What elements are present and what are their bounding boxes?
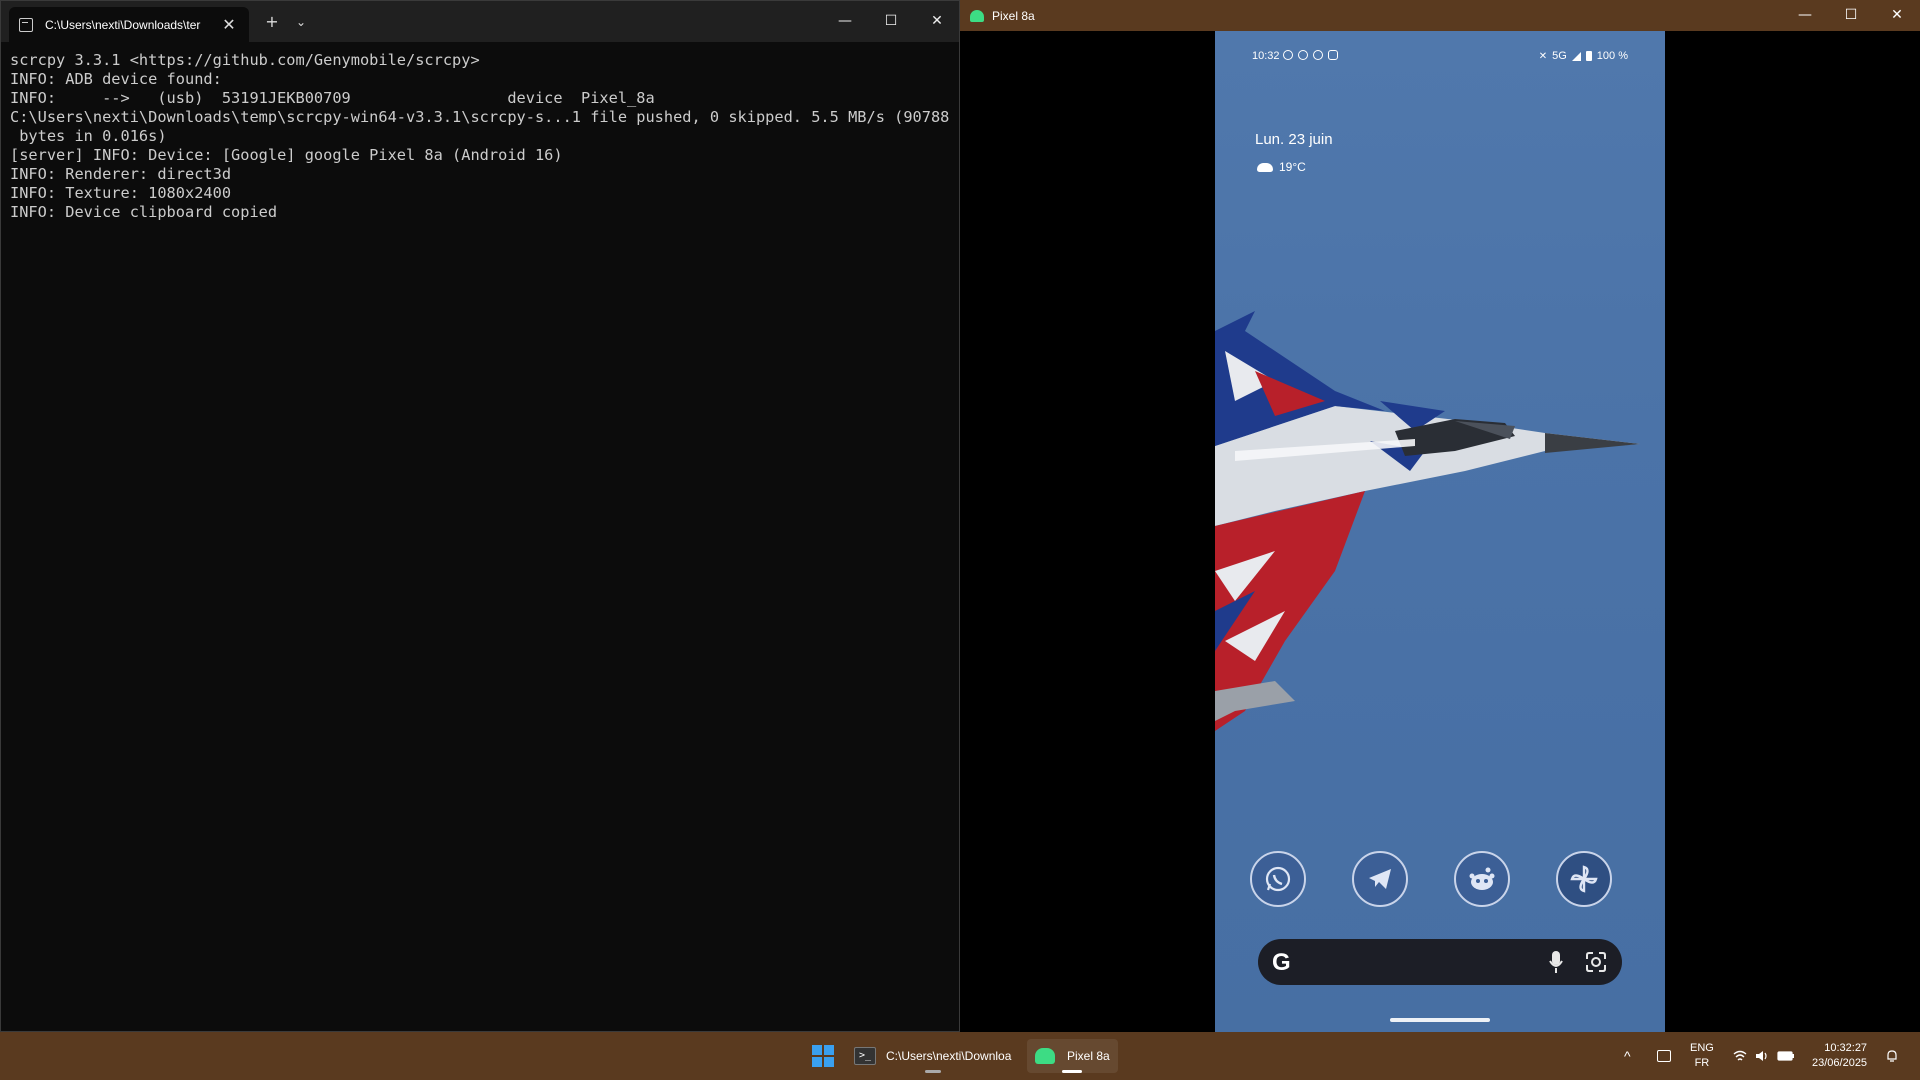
taskbar-item-label: Pixel 8a	[1067, 1049, 1110, 1063]
reddit-icon[interactable]	[1454, 851, 1510, 907]
home-weather[interactable]: 19°C	[1257, 160, 1306, 174]
terminal-line: INFO: ADB device found:	[10, 70, 222, 88]
scrcpy-icon	[1035, 1048, 1055, 1064]
language-indicator[interactable]: ENG FR	[1690, 1032, 1714, 1080]
whatsapp-icon[interactable]	[1250, 851, 1306, 907]
terminal-line: INFO: Device clipboard copied	[10, 203, 278, 221]
taskbar-item-label: C:\Users\nexti\Downloa	[886, 1049, 1012, 1063]
google-lens-icon[interactable]	[1584, 950, 1608, 978]
mic-icon[interactable]	[1548, 950, 1564, 978]
terminal-line: INFO: Texture: 1080x2400	[10, 184, 232, 202]
terminal-titlebar[interactable]: C:\Users\nexti\Downloads\ter ✕ + ⌄ — ☐ ✕	[1, 1, 959, 42]
android-icon	[970, 9, 984, 22]
home-date[interactable]: Lun. 23 juin	[1255, 131, 1333, 148]
cloud-icon	[1257, 162, 1273, 172]
terminal-maximize-button[interactable]: ☐	[868, 1, 914, 42]
terminal-window[interactable]: C:\Users\nexti\Downloads\ter ✕ + ⌄ — ☐ ✕…	[0, 0, 960, 1032]
scrcpy-window[interactable]: Pixel 8a — ☐ ✕ 10:32 ✕ 5G 100 % Lun. 23 …	[960, 0, 1920, 1032]
windows-start-icon[interactable]	[812, 1045, 834, 1067]
gesture-nav-handle[interactable]	[1390, 1018, 1490, 1022]
terminal-close-button[interactable]: ✕	[914, 1, 960, 42]
scrcpy-minimize-button[interactable]: —	[1782, 0, 1828, 31]
tray-overflow-chevron[interactable]: ^	[1624, 1032, 1631, 1080]
battery-icon	[1777, 1051, 1794, 1061]
tab-dropdown-button[interactable]: ⌄	[286, 9, 316, 35]
notification-icon	[1283, 50, 1293, 60]
battery-icon	[1585, 51, 1592, 61]
terminal-line: C:\Users\nexti\Downloads\temp\scrcpy-win…	[10, 108, 950, 126]
scrcpy-titlebar[interactable]: Pixel 8a — ☐ ✕	[960, 0, 1920, 31]
lang-bottom: FR	[1694, 1057, 1710, 1069]
scrcpy-title: Pixel 8a	[992, 8, 1035, 23]
terminal-line: INFO: --> (usb) 53191JEKB00709 device Pi…	[10, 89, 655, 107]
notification-icon	[1298, 50, 1308, 60]
clock[interactable]: 10:32:27 23/06/2025	[1812, 1032, 1867, 1080]
status-right: ✕ 5G 100 %	[1539, 50, 1628, 62]
terminal-output[interactable]: scrcpy 3.3.1 <https://github.com/Genymob…	[1, 42, 959, 1031]
terminal-icon: >_	[854, 1047, 876, 1065]
mic-icon	[1328, 50, 1338, 60]
pinwheel-icon[interactable]	[1556, 851, 1612, 907]
terminal-line: INFO: Renderer: direct3d	[10, 165, 232, 183]
terminal-tab-title: C:\Users\nexti\Downloads\ter	[45, 17, 201, 32]
taskbar: >_ C:\Users\nexti\Downloa Pixel 8a ^ ENG…	[0, 1032, 1920, 1080]
phone-screen[interactable]: 10:32 ✕ 5G 100 % Lun. 23 juin 19°C G	[1215, 31, 1665, 1032]
status-time: 10:32	[1252, 50, 1280, 62]
taskbar-item-terminal[interactable]: >_ C:\Users\nexti\Downloa	[846, 1039, 1019, 1073]
wifi-icon	[1733, 1050, 1747, 1061]
google-logo: G	[1272, 949, 1291, 976]
clock-time: 10:32:27	[1824, 1042, 1868, 1054]
notification-icon	[1313, 50, 1323, 60]
status-bar: 10:32 ✕ 5G 100 %	[1215, 31, 1665, 81]
quick-settings[interactable]	[1733, 1032, 1795, 1080]
tray-app-icon[interactable]	[1657, 1032, 1671, 1080]
clock-date: 23/06/2025	[1812, 1057, 1868, 1069]
scrcpy-maximize-button[interactable]: ☐	[1828, 0, 1874, 31]
volume-icon	[1756, 1051, 1767, 1061]
tab-close-button[interactable]: ✕	[219, 15, 239, 34]
terminal-tab-icon	[19, 17, 33, 32]
network-type: 5G	[1552, 50, 1567, 62]
lang-top: ENG	[1690, 1042, 1714, 1054]
signal-icon	[1571, 51, 1581, 61]
jet-wallpaper-image	[1215, 311, 1640, 731]
notification-bell-icon[interactable]	[1885, 1032, 1899, 1080]
battery-percent: 100 %	[1596, 50, 1628, 62]
taskbar-active-indicator	[1062, 1070, 1083, 1073]
scrcpy-close-button[interactable]: ✕	[1874, 0, 1920, 31]
terminal-line: bytes in 0.016s)	[10, 127, 167, 145]
terminal-tab[interactable]: C:\Users\nexti\Downloads\ter ✕	[9, 7, 249, 42]
taskbar-item-scrcpy[interactable]: Pixel 8a	[1027, 1039, 1118, 1073]
new-tab-button[interactable]: +	[257, 9, 287, 35]
google-search-bar[interactable]: G	[1258, 939, 1622, 985]
terminal-line: [server] INFO: Device: [Google] google P…	[10, 146, 563, 164]
taskbar-running-indicator	[924, 1070, 941, 1073]
mute-icon: ✕	[1538, 50, 1548, 62]
terminal-line: scrcpy 3.3.1 <https://github.com/Genymob…	[10, 51, 480, 69]
terminal-minimize-button[interactable]: —	[822, 1, 868, 42]
weather-temp: 19°C	[1279, 160, 1306, 174]
telegram-icon[interactable]	[1352, 851, 1408, 907]
